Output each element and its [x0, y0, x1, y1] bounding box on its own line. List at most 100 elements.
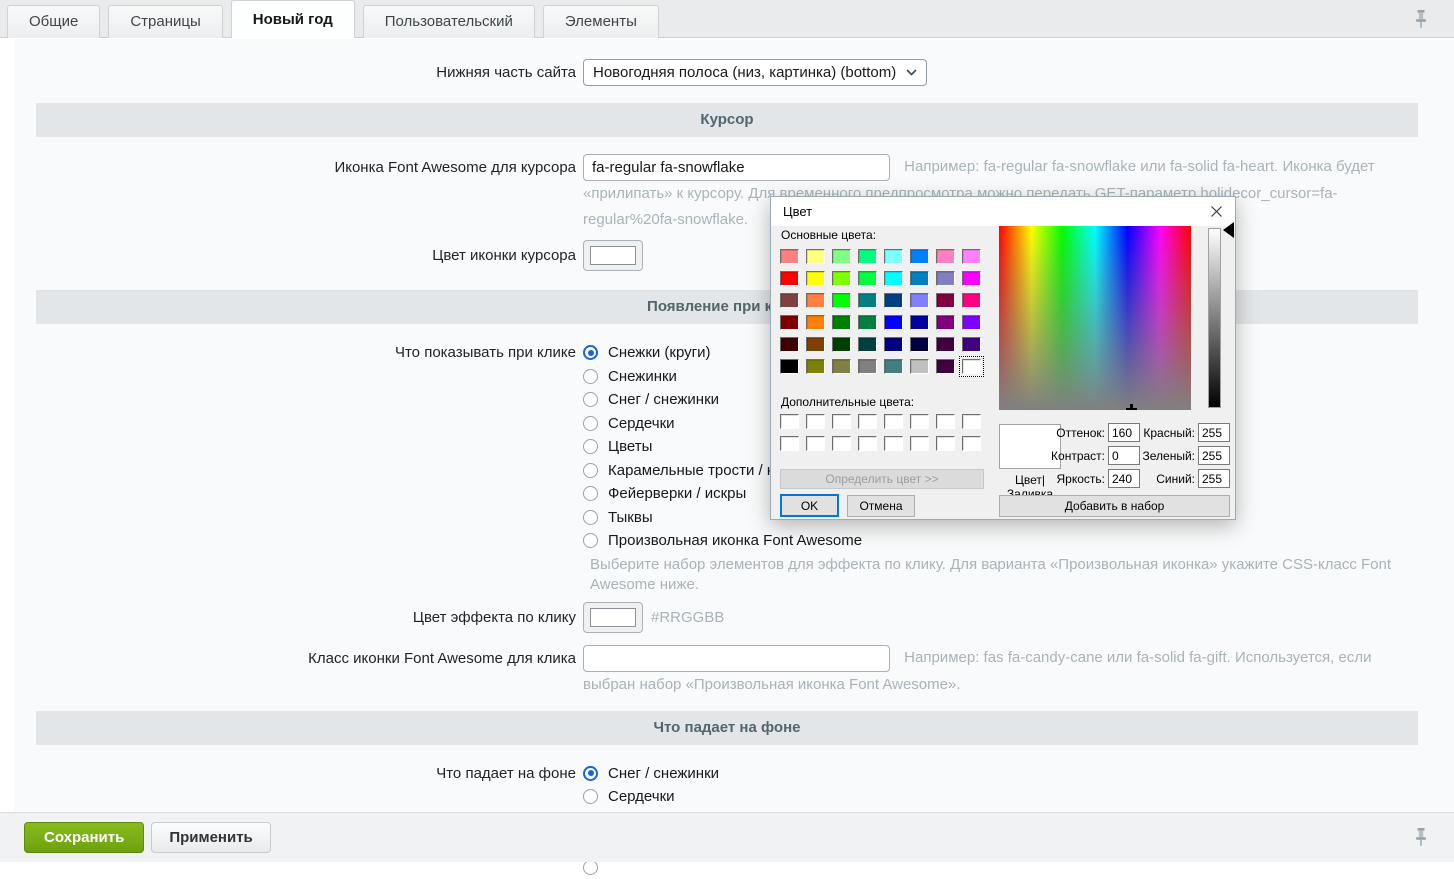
color-swatch[interactable]	[858, 337, 877, 352]
color-swatch[interactable]	[936, 293, 955, 308]
color-swatch[interactable]	[962, 359, 981, 374]
click-class-input[interactable]	[583, 645, 890, 672]
hue-saturation-canvas[interactable]	[999, 226, 1191, 410]
radio-option[interactable]: Снег / снежинки	[583, 762, 719, 786]
tab-pages[interactable]: Страницы	[108, 5, 222, 38]
color-swatch[interactable]	[806, 315, 825, 330]
custom-color-swatch[interactable]	[884, 436, 903, 451]
color-swatch[interactable]	[832, 271, 851, 286]
color-swatch[interactable]	[780, 359, 799, 374]
tab-custom[interactable]: Пользовательский	[363, 5, 535, 38]
color-swatch[interactable]	[910, 315, 929, 330]
pushpin-icon[interactable]	[1414, 827, 1428, 852]
cursor-color-swatch[interactable]	[583, 240, 643, 271]
color-swatch[interactable]	[780, 271, 799, 286]
number-input[interactable]	[1198, 423, 1230, 442]
color-swatch[interactable]	[806, 271, 825, 286]
apply-button[interactable]: Применить	[151, 822, 270, 853]
custom-color-swatch[interactable]	[962, 436, 981, 451]
color-swatch[interactable]	[910, 359, 929, 374]
color-cursor-marker[interactable]	[1126, 404, 1137, 410]
tab-new-year[interactable]: Новый год	[231, 0, 355, 38]
custom-color-swatch[interactable]	[780, 414, 799, 429]
custom-color-swatch[interactable]	[806, 414, 825, 429]
custom-color-swatch[interactable]	[936, 414, 955, 429]
bottom-part-select[interactable]: Новогодняя полоса (низ, картинка) (botto…	[583, 59, 927, 86]
color-swatch[interactable]	[806, 249, 825, 264]
radio-icon[interactable]	[583, 416, 598, 431]
color-swatch[interactable]	[806, 337, 825, 352]
radio-icon[interactable]	[583, 392, 598, 407]
custom-color-swatch[interactable]	[910, 414, 929, 429]
color-swatch[interactable]	[832, 315, 851, 330]
luminance-arrow[interactable]	[1223, 222, 1234, 238]
color-swatch[interactable]	[884, 315, 903, 330]
radio-option[interactable]: Сердечки	[583, 785, 719, 809]
color-swatch[interactable]	[884, 337, 903, 352]
radio-option[interactable]: Произвольная иконка Font Awesome	[583, 529, 862, 553]
color-swatch[interactable]	[936, 337, 955, 352]
color-swatch[interactable]	[780, 293, 799, 308]
custom-color-swatch[interactable]	[858, 414, 877, 429]
custom-color-swatch[interactable]	[884, 414, 903, 429]
color-swatch[interactable]	[936, 359, 955, 374]
color-swatch[interactable]	[962, 293, 981, 308]
color-swatch[interactable]	[962, 271, 981, 286]
custom-color-swatch[interactable]	[780, 436, 799, 451]
ok-button[interactable]: OK	[780, 494, 839, 517]
cancel-button[interactable]: Отмена	[847, 495, 915, 517]
color-swatch[interactable]	[936, 315, 955, 330]
color-swatch[interactable]	[780, 249, 799, 264]
radio-icon[interactable]	[583, 369, 598, 384]
color-swatch[interactable]	[884, 293, 903, 308]
color-swatch[interactable]	[858, 271, 877, 286]
custom-color-swatch[interactable]	[858, 436, 877, 451]
color-swatch[interactable]	[910, 337, 929, 352]
radio-icon[interactable]	[583, 533, 598, 548]
close-icon[interactable]	[1210, 205, 1223, 218]
cursor-icon-input[interactable]	[583, 154, 890, 181]
radio-icon[interactable]	[583, 463, 598, 478]
number-input[interactable]	[1198, 469, 1230, 488]
custom-color-swatch[interactable]	[910, 436, 929, 451]
color-swatch[interactable]	[910, 249, 929, 264]
custom-color-swatch[interactable]	[832, 414, 851, 429]
color-swatch[interactable]	[858, 359, 877, 374]
radio-icon[interactable]	[583, 510, 598, 525]
color-swatch[interactable]	[832, 337, 851, 352]
color-swatch[interactable]	[910, 293, 929, 308]
color-swatch[interactable]	[936, 271, 955, 286]
color-swatch[interactable]	[858, 293, 877, 308]
custom-color-swatch[interactable]	[806, 436, 825, 451]
tab-general[interactable]: Общие	[7, 5, 100, 38]
color-swatch[interactable]	[884, 359, 903, 374]
color-swatch[interactable]	[832, 249, 851, 264]
color-swatch[interactable]	[780, 337, 799, 352]
color-swatch[interactable]	[884, 271, 903, 286]
color-swatch[interactable]	[936, 249, 955, 264]
radio-icon[interactable]	[583, 486, 598, 501]
radio-icon[interactable]	[583, 789, 598, 804]
custom-color-swatch[interactable]	[962, 414, 981, 429]
color-swatch[interactable]	[962, 249, 981, 264]
luminance-strip[interactable]	[1208, 228, 1221, 408]
color-swatch[interactable]	[806, 293, 825, 308]
color-swatch[interactable]	[806, 359, 825, 374]
radio-icon[interactable]	[583, 766, 598, 781]
color-swatch[interactable]	[884, 249, 903, 264]
radio-icon[interactable]	[583, 860, 598, 875]
color-swatch[interactable]	[962, 315, 981, 330]
color-swatch[interactable]	[780, 315, 799, 330]
number-input[interactable]	[1198, 446, 1230, 465]
save-button[interactable]: Сохранить	[24, 822, 144, 853]
color-swatch[interactable]	[858, 249, 877, 264]
click-color-swatch[interactable]	[583, 602, 643, 633]
dialog-titlebar[interactable]: Цвет	[771, 197, 1235, 226]
color-swatch[interactable]	[858, 315, 877, 330]
radio-icon[interactable]	[583, 345, 598, 360]
color-swatch[interactable]	[962, 337, 981, 352]
custom-color-swatch[interactable]	[832, 436, 851, 451]
color-swatch[interactable]	[832, 359, 851, 374]
radio-icon[interactable]	[583, 439, 598, 454]
color-swatch[interactable]	[832, 293, 851, 308]
